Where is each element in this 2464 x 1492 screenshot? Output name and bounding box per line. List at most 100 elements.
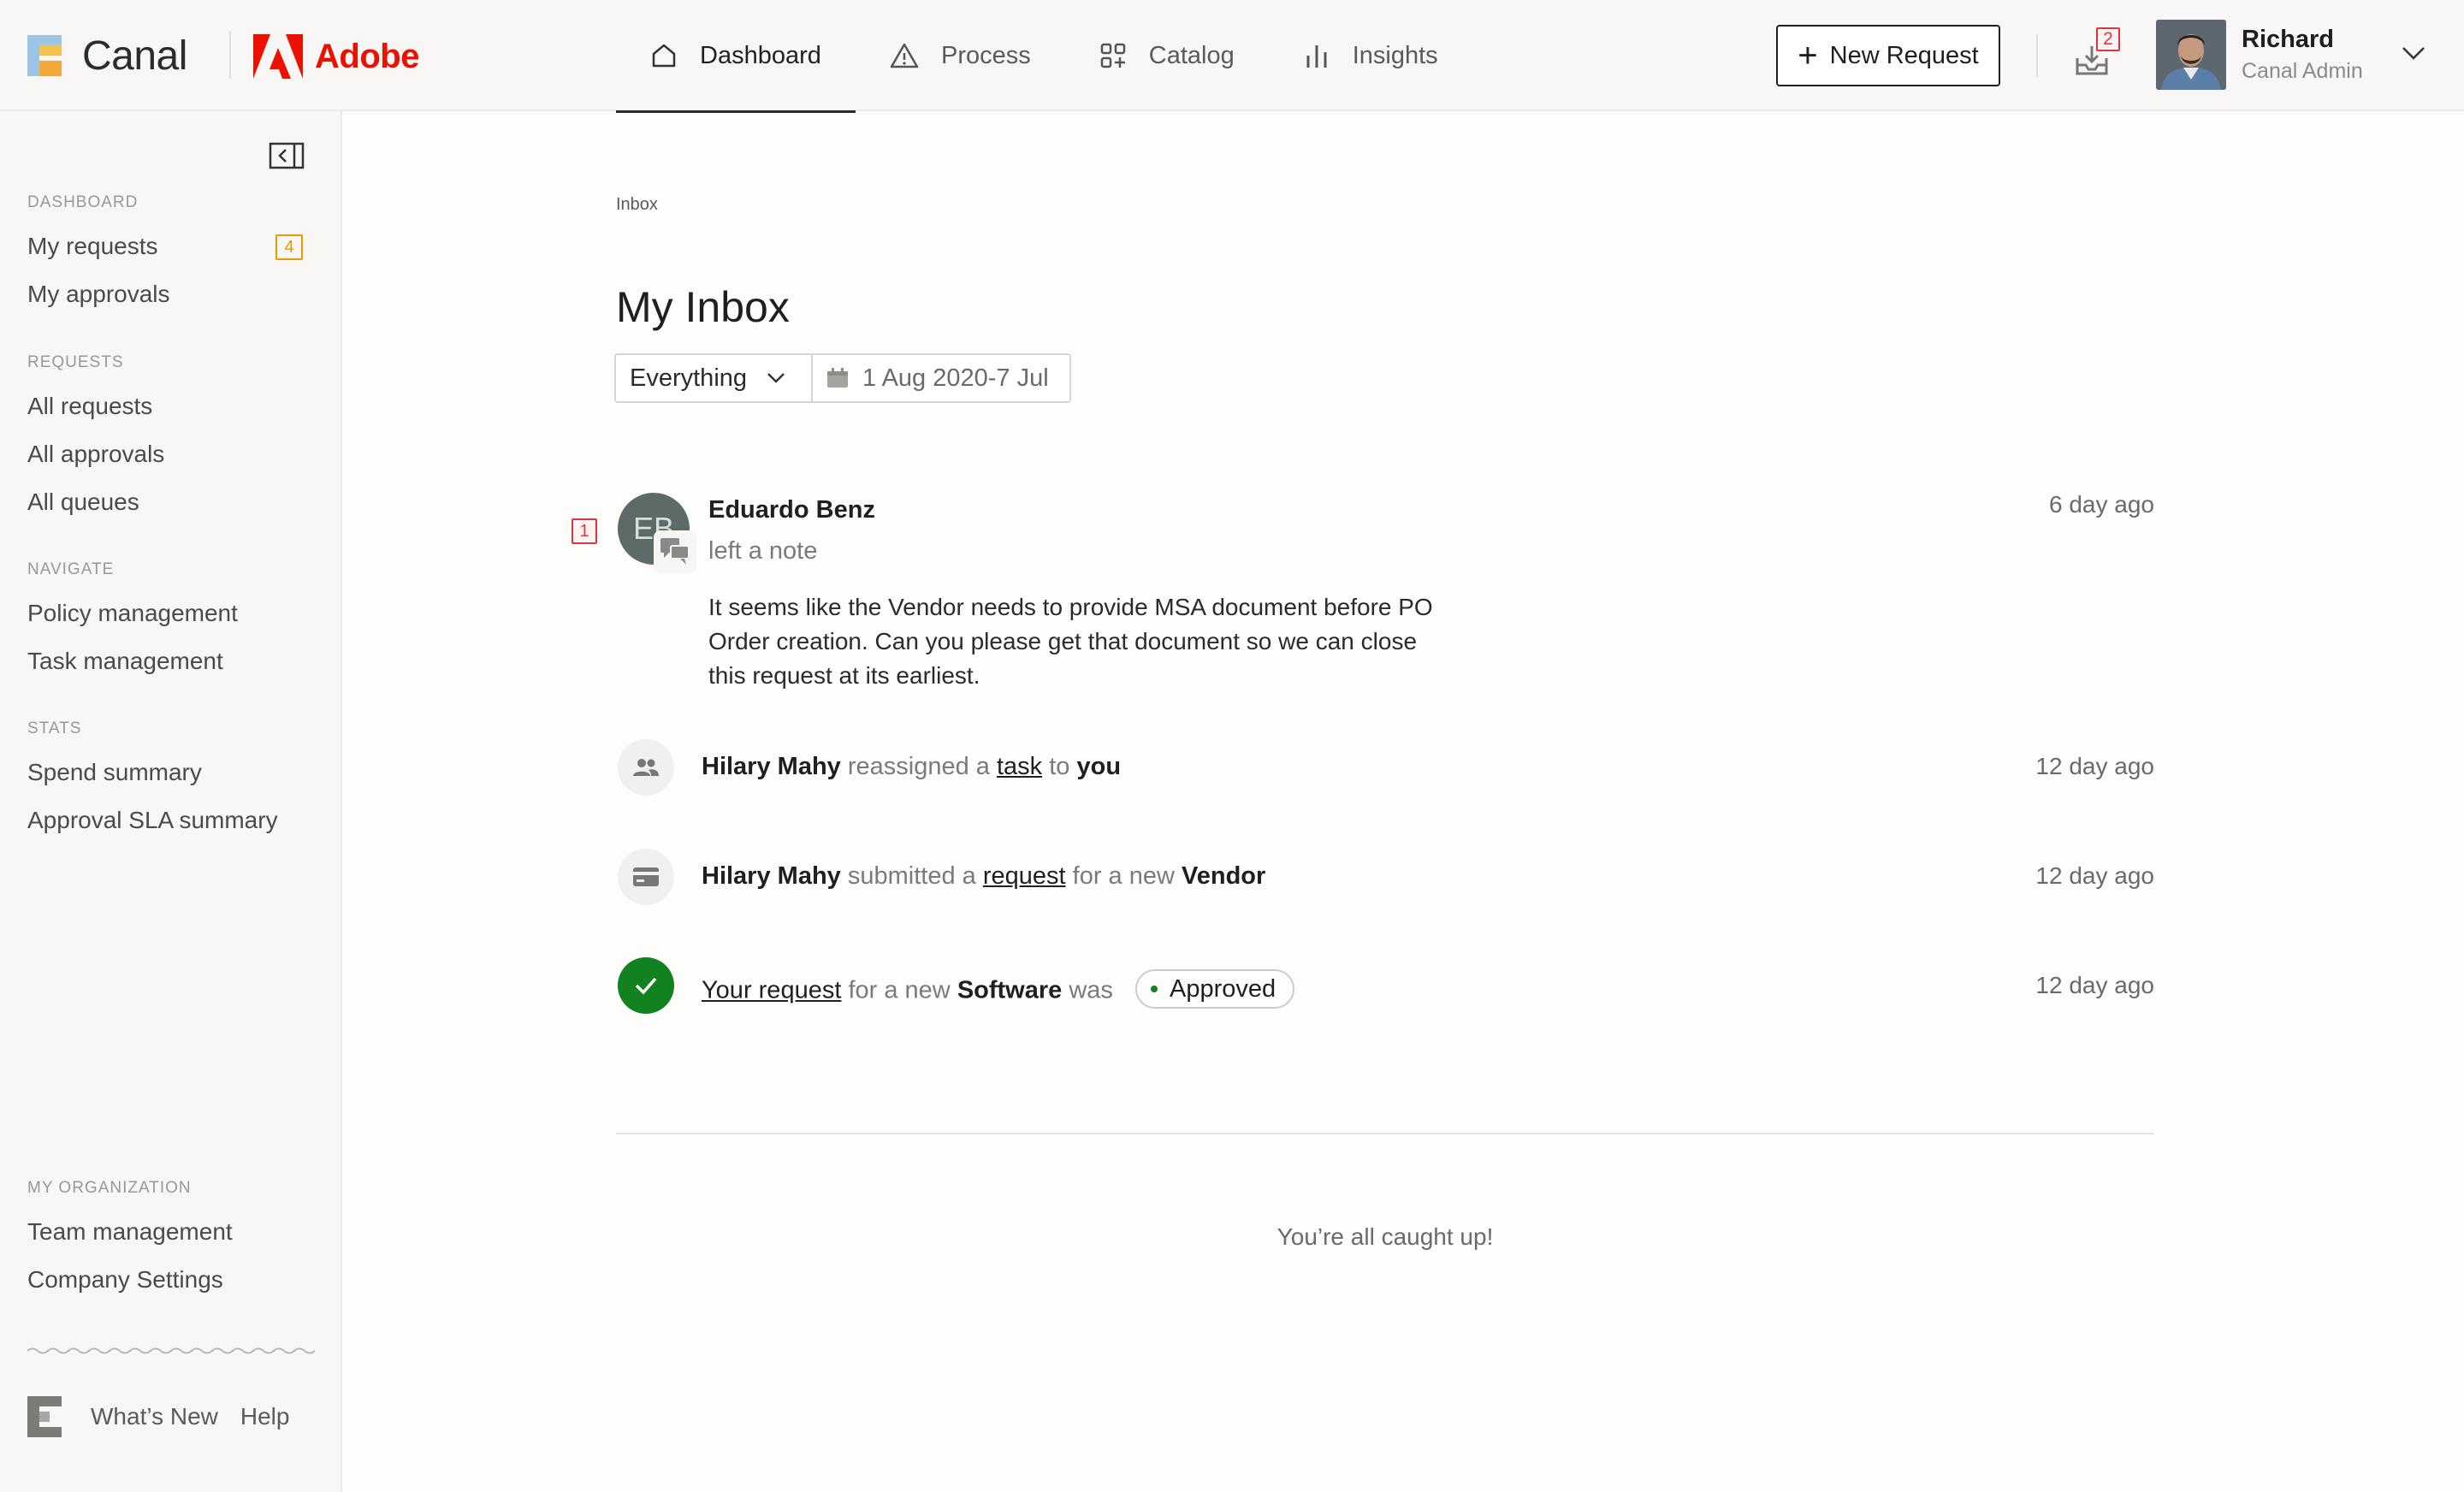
your-request-link[interactable]: Your request [702,977,841,1004]
checkmark-icon [618,957,674,1014]
status-badge: Approved [1135,969,1295,1009]
feed-divider [616,1133,2154,1134]
sidebar-item-label: Task management [27,648,223,674]
sidebar-section-heading: NAVIGATE [27,560,115,578]
sidebar-item-approval-sla-summary[interactable]: Approval SLA summary [27,802,310,850]
sidebar-item-label: My requests [27,233,158,259]
header-divider [2036,34,2038,77]
request-link[interactable]: request [983,862,1066,890]
sidebar-item-my-requests[interactable]: My requests 4 [27,228,310,275]
top-bar: Canal Adobe Dashboard Process Catalog In… [0,0,2464,113]
date-range-value: 1 Aug 2020-7 Jul [862,364,1049,392]
status-label: Approved [1170,974,1276,1003]
sidebar-item-my-approvals[interactable]: My approvals [27,275,310,323]
sidebar-footer: What’s New Help [27,1396,311,1437]
sidebar-item-policy-management[interactable]: Policy management [27,595,310,642]
comment-icon [654,530,696,573]
partner-name: Adobe [315,37,419,75]
adobe-logo-icon [253,34,303,79]
status-dot [1151,986,1158,992]
sidebar-section-dashboard: DASHBOARD My requests 4 My approvals [27,193,310,323]
timestamp: 12 day ago [2035,862,2154,889]
timestamp: 6 day ago [2049,491,2154,518]
nav-catalog[interactable]: Catalog [1065,0,1269,111]
caught-up-message: You’re all caught up! [1276,1223,1494,1250]
event-target: Software [957,976,1063,1004]
sidebar-item-all-approvals[interactable]: All approvals [27,435,310,483]
help-link[interactable]: Help [240,1403,290,1430]
plus-icon: + [1798,37,1818,74]
nav-label: Insights [1352,41,1438,69]
count-badge: 4 [275,234,303,260]
sidebar-item-label: My approvals [27,281,170,307]
user-avatar [2156,20,2226,90]
sidebar-item-label: Team management [27,1218,233,1245]
note-author[interactable]: Eduardo Benz [708,496,875,524]
wavy-divider [27,1347,315,1354]
approved-event-text: Your request for a new Software was Appr… [702,969,1295,1011]
credit-card-icon [618,849,674,905]
collapse-sidebar-icon[interactable] [269,142,305,169]
sidebar: DASHBOARD My requests 4 My approvals REQ… [0,111,342,1492]
note-action: left a note [708,537,818,565]
submit-event-text: Hilary Mahy submitted a request for a ne… [702,862,1265,891]
event-verb: was [1069,976,1113,1004]
sidebar-item-all-requests[interactable]: All requests [27,388,310,435]
event-connector: for a new [848,976,951,1004]
whats-new-link[interactable]: What’s New [91,1403,218,1430]
nav-process[interactable]: Process [856,0,1065,111]
actor-name[interactable]: Hilary Mahy [702,753,841,780]
task-link[interactable]: task [997,753,1042,780]
user-role: Canal Admin [2242,59,2363,83]
new-request-button[interactable]: + New Request [1776,25,2000,86]
canal-logo-icon [27,35,63,76]
type-filter-select[interactable]: Everything [616,355,813,401]
breadcrumb[interactable]: Inbox [616,195,658,215]
sidebar-item-label: Company Settings [27,1266,223,1293]
chevron-down-icon [767,373,785,383]
sidebar-item-label: Spend summary [27,759,202,785]
sidebar-item-all-queues[interactable]: All queues [27,483,310,531]
timestamp: 12 day ago [2035,753,2154,779]
canal-brand[interactable]: Canal [27,31,187,80]
timestamp: 12 day ago [2035,972,2154,998]
sidebar-item-label: Approval SLA summary [27,807,278,833]
reassign-event-text: Hilary Mahy reassigned a task to you [702,753,1121,781]
bar-chart-icon [1306,45,1327,68]
sidebar-item-label: All queues [27,488,139,515]
nav-label: Process [941,41,1031,69]
grid-plus-icon [1100,43,1126,68]
sidebar-item-label: All requests [27,393,153,419]
sidebar-item-label: Policy management [27,600,238,626]
new-request-label: New Request [1829,41,1979,69]
page-title: My Inbox [616,283,790,331]
event-target: Vendor [1182,862,1266,890]
main-nav: Dashboard Process Catalog Insights [616,0,1472,113]
type-filter-value: Everything [630,364,748,392]
unread-badge: 1 [572,518,597,544]
sidebar-item-spend-summary[interactable]: Spend summary [27,754,310,802]
warning-icon [890,43,919,68]
calendar-icon [827,368,848,388]
user-menu[interactable]: Richard Canal Admin [2156,20,2363,90]
inbox-filter: Everything 1 Aug 2020-7 Jul [614,353,1071,403]
sidebar-section-my-organization: MY ORGANIZATION Team management Company … [27,1179,310,1309]
sidebar-section-heading: REQUESTS [27,353,124,371]
sidebar-section-stats: STATS Spend summary Approval SLA summary [27,719,310,850]
sidebar-item-label: All approvals [27,441,165,467]
sidebar-item-task-management[interactable]: Task management [27,642,310,690]
event-verb: submitted a [847,862,976,890]
actor-name[interactable]: Hilary Mahy [702,862,841,890]
chevron-down-icon[interactable] [2401,43,2426,63]
sidebar-item-company-settings[interactable]: Company Settings [27,1261,310,1309]
sidebar-section-heading: MY ORGANIZATION [27,1179,192,1197]
canal-mark-icon [27,1396,63,1437]
sidebar-section-heading: STATS [27,719,82,737]
sidebar-item-team-management[interactable]: Team management [27,1213,310,1261]
date-range-picker[interactable]: 1 Aug 2020-7 Jul [813,355,1069,401]
sidebar-section-requests: REQUESTS All requests All approvals All … [27,353,310,531]
inbox-notifications-button[interactable]: 2 [2074,27,2122,80]
sidebar-section-heading: DASHBOARD [27,193,139,211]
nav-dashboard[interactable]: Dashboard [616,0,856,113]
nav-insights[interactable]: Insights [1269,0,1472,111]
